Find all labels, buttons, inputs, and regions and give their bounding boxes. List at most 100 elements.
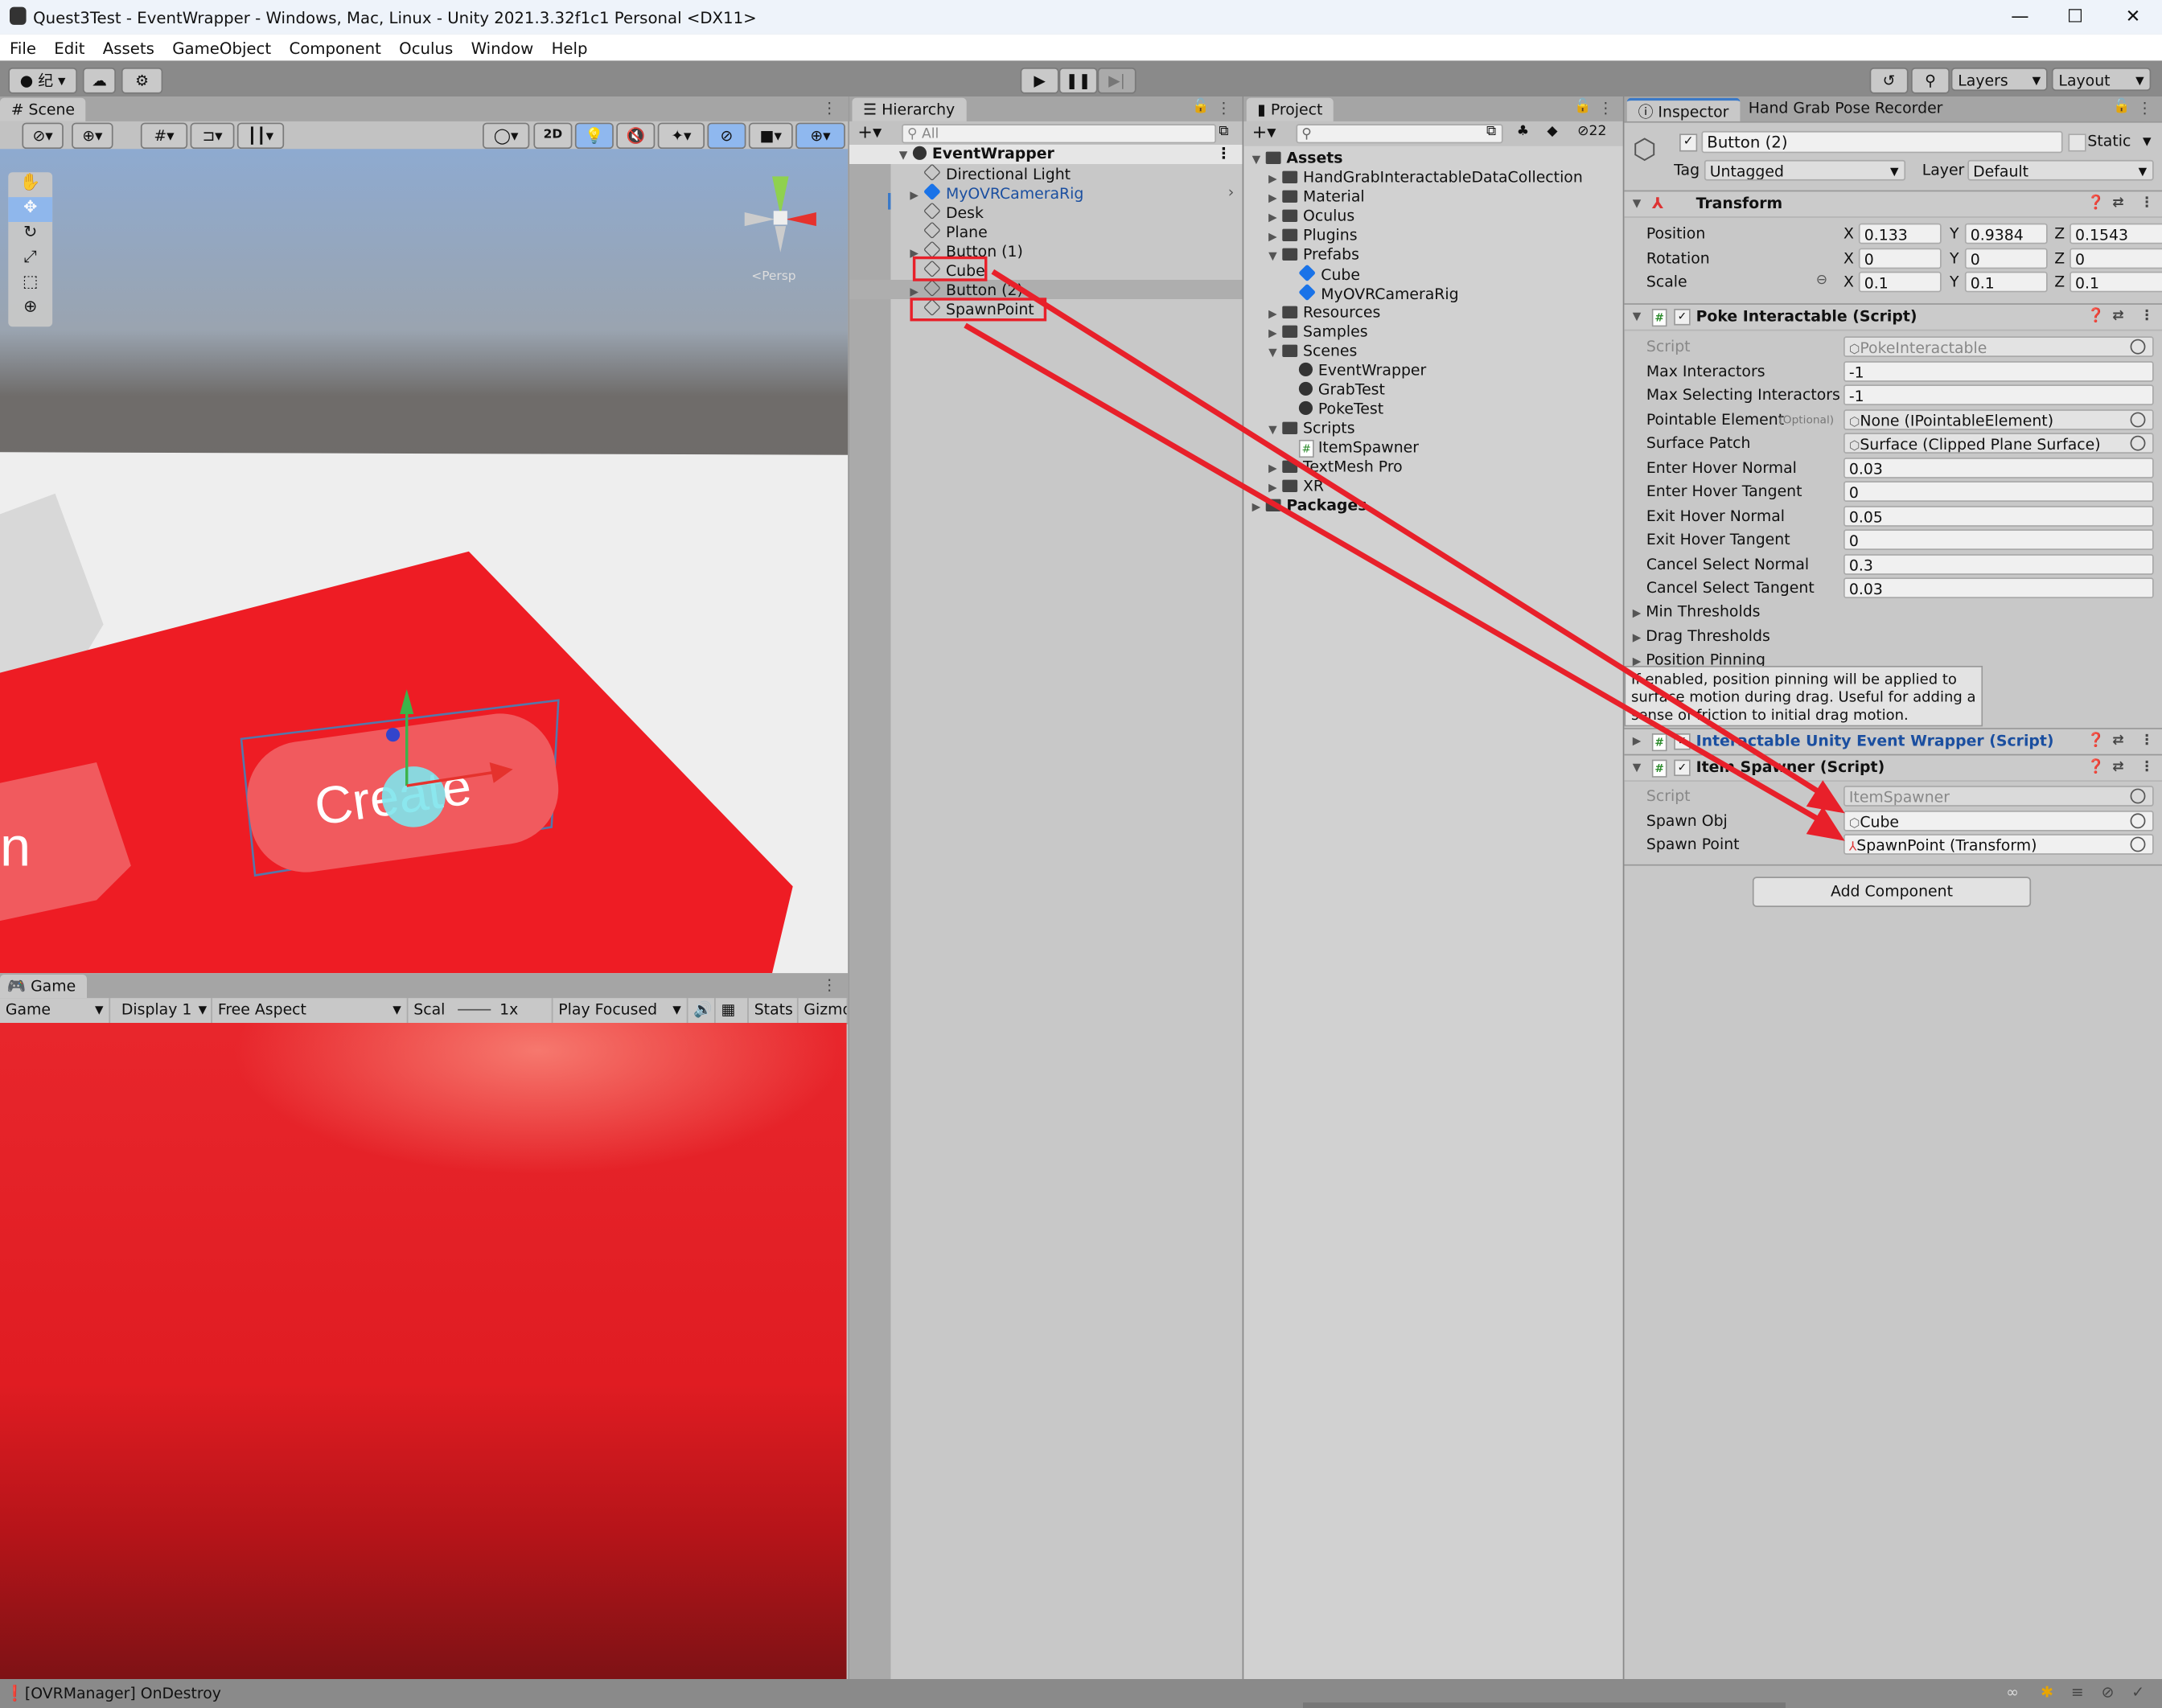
scene-header[interactable]: ▼ EventWrapper ⋮ bbox=[849, 145, 1243, 165]
layout-dropdown[interactable]: Layout ▼ bbox=[2051, 68, 2152, 92]
tab-hierarchy[interactable]: ☰ Hierarchy bbox=[852, 97, 966, 121]
shading-button[interactable]: ◯▾ bbox=[483, 122, 530, 150]
spawn-point-field[interactable]: ⅄SpawnPoint (Transform) bbox=[1843, 834, 2154, 855]
menu-window[interactable]: Window bbox=[462, 35, 542, 58]
more-icon[interactable]: ⋮ bbox=[2140, 191, 2154, 216]
tag-dropdown[interactable]: Untagged ▼ bbox=[1704, 159, 1906, 181]
enabled-checkbox[interactable]: ✓ bbox=[1674, 733, 1691, 750]
hand-tool-icon[interactable]: ✋ bbox=[8, 172, 52, 197]
create-button[interactable]: +▾ bbox=[1252, 123, 1276, 144]
scale-y-input[interactable]: 0.1 bbox=[1964, 271, 2048, 293]
tab-hand-grab-pose-recorder[interactable]: Hand Grab Pose Recorder bbox=[1749, 99, 1943, 117]
check-icon[interactable]: ✓ bbox=[2131, 1683, 2144, 1701]
project-item[interactable]: ▶ Samples bbox=[1243, 322, 1624, 342]
rotation-y-input[interactable]: 0 bbox=[1964, 247, 2048, 269]
expand-arrow-icon[interactable]: ▼ bbox=[1268, 247, 1282, 266]
exit-hover-tangent-field[interactable]: 0 bbox=[1843, 529, 2154, 551]
max-interactors-field[interactable]: -1 bbox=[1843, 360, 2154, 382]
scale-slider[interactable]: Scal 1x bbox=[408, 998, 553, 1024]
snap-button[interactable]: ⊐▾ bbox=[190, 122, 235, 150]
expand-arrow-icon[interactable]: ▶ bbox=[1268, 459, 1282, 478]
rotate-tool-icon[interactable]: ↻ bbox=[8, 222, 52, 247]
menu-gameobject[interactable]: GameObject bbox=[162, 35, 279, 58]
link-scale-icon[interactable]: ⊖ bbox=[1816, 273, 1827, 288]
project-item[interactable]: ▶ Packages bbox=[1243, 496, 1624, 515]
more-icon[interactable]: ⋮ bbox=[2140, 755, 2154, 780]
object-picker-icon[interactable] bbox=[2130, 339, 2146, 355]
more-icon[interactable]: ⋮ bbox=[2137, 99, 2152, 117]
account-button[interactable]: ● 纪 ▾ bbox=[8, 68, 78, 94]
stats-toggle[interactable]: Stats bbox=[749, 998, 799, 1024]
gameobject-icon[interactable]: ⬡ bbox=[1633, 133, 1657, 166]
spawn-obj-field[interactable]: ⬡Cube bbox=[1843, 810, 2154, 831]
global-button[interactable]: ⊕▾ bbox=[72, 122, 113, 150]
expand-arrow-icon[interactable]: ▶ bbox=[1268, 228, 1282, 247]
more-icon[interactable]: ⋮ bbox=[822, 976, 837, 994]
display-dropdown[interactable]: Display 1 ▼ bbox=[116, 998, 213, 1024]
database-icon[interactable]: ≡ bbox=[2071, 1683, 2084, 1701]
expand-icon[interactable]: ▶ bbox=[1633, 729, 1642, 754]
network-icon[interactable]: ⊘ bbox=[2102, 1683, 2115, 1701]
menu-oculus[interactable]: Oculus bbox=[389, 35, 461, 58]
object-picker-icon[interactable] bbox=[2130, 788, 2146, 804]
expand-arrow-icon[interactable]: ▶ bbox=[1268, 189, 1282, 208]
project-item[interactable]: # ItemSpawner bbox=[1243, 438, 1624, 458]
more-icon[interactable]: ⋮ bbox=[1216, 145, 1231, 164]
surface-patch-field[interactable]: ⬡Surface (Clipped Plane Surface) bbox=[1843, 433, 2154, 454]
pointable-element-field[interactable]: ⬡None (IPointableElement) bbox=[1843, 409, 2154, 430]
foldout-min-thresholds[interactable]: ▶ Min Thresholds bbox=[1633, 601, 1761, 622]
bug-icon[interactable]: ✱ bbox=[2041, 1683, 2053, 1701]
2d-toggle[interactable]: 2D bbox=[533, 122, 573, 150]
rotation-x-input[interactable]: 0 bbox=[1858, 247, 1942, 269]
object-picker-icon[interactable] bbox=[2130, 435, 2146, 451]
object-picker-icon[interactable] bbox=[2130, 411, 2146, 427]
position-x-input[interactable]: 0.133 bbox=[1858, 223, 1942, 244]
z-axis-handle[interactable] bbox=[386, 728, 401, 742]
layer-dropdown[interactable]: Default ▼ bbox=[1967, 159, 2154, 181]
aspect-dropdown[interactable]: Free Aspect ▼ bbox=[212, 998, 409, 1024]
project-item[interactable]: EventWrapper bbox=[1243, 361, 1624, 380]
max-selecting-interactors-field[interactable]: -1 bbox=[1843, 384, 2154, 406]
lock-icon[interactable]: 🔓 bbox=[2113, 99, 2130, 114]
project-item[interactable]: ▼ Assets bbox=[1243, 149, 1624, 168]
transform-header[interactable]: ▼ ⅄ Transform ❓ ⇄ ⋮ bbox=[1624, 190, 2162, 218]
help-icon[interactable]: ❓ bbox=[2087, 305, 2104, 330]
audio-toggle[interactable]: 🔇 bbox=[616, 122, 656, 150]
help-icon[interactable]: ❓ bbox=[2087, 191, 2104, 216]
hierarchy-item[interactable]: ▶ Button (1) bbox=[849, 240, 1243, 261]
hierarchy-item[interactable]: Directional Light bbox=[849, 163, 1243, 183]
grid-snap-button[interactable]: #▾ bbox=[140, 122, 188, 150]
object-picker-icon[interactable] bbox=[2130, 836, 2146, 852]
enter-hover-tangent-field[interactable]: 0 bbox=[1843, 481, 2154, 503]
chevron-right-icon[interactable]: › bbox=[1228, 183, 1235, 203]
filter-type-icon[interactable]: ♣ bbox=[1517, 124, 1529, 139]
collab-button[interactable]: ⚙ bbox=[121, 68, 163, 94]
hidden-packages-button[interactable]: ⊘22 bbox=[1577, 124, 1606, 139]
camera-button[interactable]: ■▾ bbox=[748, 122, 793, 150]
hierarchy-item[interactable]: SpawnPoint bbox=[849, 298, 1243, 318]
effects-button[interactable]: ✦▾ bbox=[657, 122, 705, 150]
scale-tool-icon[interactable]: ⤢ bbox=[8, 247, 52, 272]
game-view[interactable] bbox=[0, 1023, 847, 1680]
tab-game[interactable]: 🎮 Game bbox=[0, 975, 87, 999]
project-item[interactable]: ▶ HandGrabInteractableDataCollection bbox=[1243, 168, 1624, 187]
rect-tool-icon[interactable]: ⬚ bbox=[8, 272, 52, 297]
play-mode-dropdown[interactable]: Play Focused ▼ bbox=[553, 998, 688, 1024]
hierarchy-item[interactable]: Plane bbox=[849, 221, 1243, 241]
search-filter-icon[interactable]: ⧉ bbox=[1219, 124, 1228, 139]
pause-button[interactable]: ❚❚ bbox=[1058, 68, 1098, 94]
foldout-drag-thresholds[interactable]: ▶ Drag Thresholds bbox=[1633, 625, 1770, 647]
enabled-checkbox[interactable]: ✓ bbox=[1674, 759, 1691, 777]
static-checkbox[interactable] bbox=[2068, 133, 2086, 152]
project-item[interactable]: ▼ Prefabs bbox=[1243, 245, 1624, 265]
mute-audio-toggle[interactable]: 🔊 bbox=[688, 998, 716, 1024]
project-item[interactable]: ▶ Material bbox=[1243, 187, 1624, 207]
visibility-toggle[interactable]: ⊘ bbox=[707, 122, 746, 150]
perspective-label[interactable]: <Persp bbox=[751, 269, 795, 283]
project-item[interactable]: GrabTest bbox=[1243, 380, 1624, 400]
more-icon[interactable]: ⋮ bbox=[822, 99, 837, 117]
lock-icon[interactable]: 🔓 bbox=[1192, 99, 1209, 114]
step-button[interactable]: ▶| bbox=[1097, 68, 1136, 94]
more-icon[interactable]: ⋮ bbox=[1598, 99, 1613, 117]
position-z-input[interactable]: 0.1543 bbox=[2070, 223, 2162, 244]
